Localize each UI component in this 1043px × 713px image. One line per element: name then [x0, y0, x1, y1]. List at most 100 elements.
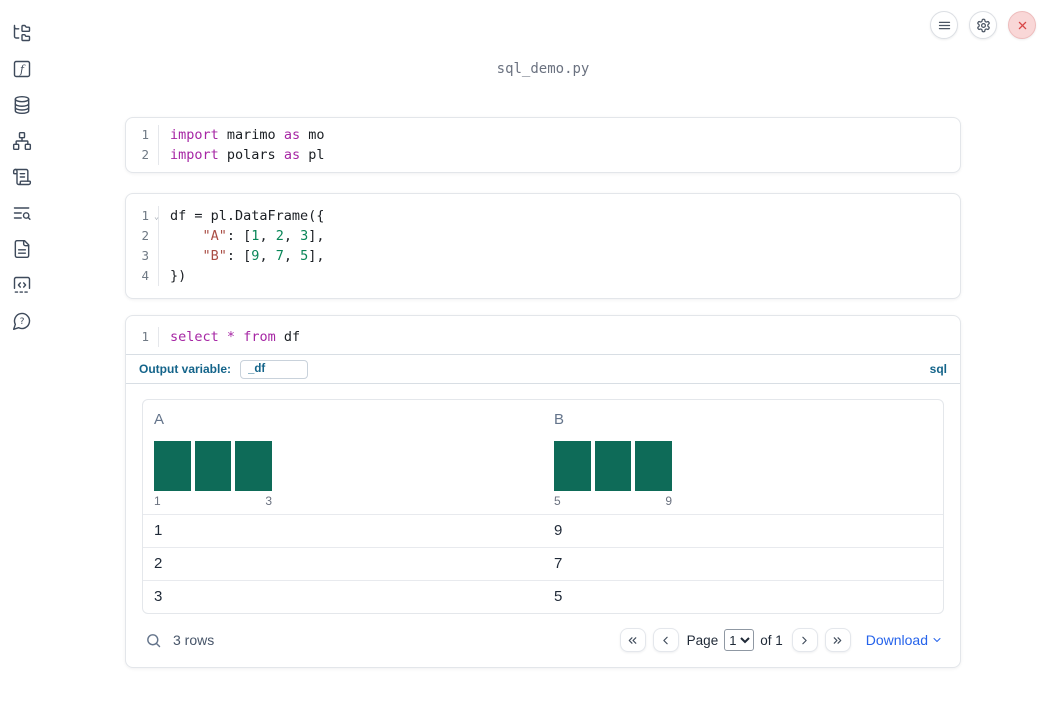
- line-number: 3: [126, 246, 159, 266]
- function-square-icon: f: [13, 60, 31, 78]
- code-line[interactable]: 2 import polars as pl: [126, 145, 960, 165]
- sidebar-item-logs[interactable]: [10, 203, 34, 223]
- chevrons-right-icon: [833, 636, 842, 644]
- column-name: B: [554, 411, 565, 428]
- page-select[interactable]: 1: [724, 629, 755, 651]
- next-page-button[interactable]: [791, 628, 818, 652]
- cell-value: 7: [554, 555, 563, 572]
- code-text: df = pl.DataFrame({: [170, 208, 325, 224]
- database-icon: [14, 95, 30, 115]
- sidebar-item-snippets[interactable]: [10, 275, 34, 295]
- sidebar-item-dependencies[interactable]: [10, 131, 34, 151]
- code-line[interactable]: 1 ⌄ df = pl.DataFrame({: [126, 206, 960, 226]
- histogram-min-label: 1: [154, 494, 161, 508]
- search-button[interactable]: [143, 630, 163, 650]
- histogram-bar: [154, 441, 191, 491]
- code-line[interactable]: 4 }): [126, 266, 960, 286]
- column-header-b[interactable]: B 5 9: [543, 400, 943, 514]
- chevrons-left-icon: [628, 636, 637, 644]
- code-text: import polars as pl: [170, 147, 325, 163]
- cell-imports[interactable]: 1 import marimo as mo 2 import polars as…: [125, 117, 961, 173]
- histogram-bar: [594, 441, 632, 491]
- table-header: A 1 3 B 5 9: [143, 400, 943, 514]
- notebook-filename[interactable]: sql_demo.py: [125, 61, 961, 77]
- folder-tree-icon: [13, 24, 31, 42]
- list-search-icon: [13, 207, 31, 220]
- svg-text:f: f: [19, 63, 26, 76]
- fold-chevron-icon[interactable]: ⌄: [154, 207, 159, 227]
- last-page-button[interactable]: [824, 628, 851, 652]
- histogram-bar: [235, 441, 273, 491]
- cell-dataframe[interactable]: 1 ⌄ df = pl.DataFrame({ 2 "A": [1, 2, 3],…: [125, 193, 961, 299]
- help-bubble-icon: ?: [12, 312, 31, 331]
- sidebar-item-variables[interactable]: f: [10, 59, 34, 79]
- sidebar: f ?: [0, 0, 44, 713]
- close-icon: [1018, 21, 1026, 29]
- topbar-actions: [930, 11, 1036, 39]
- code-text: "A": [1, 2, 3],: [202, 228, 325, 244]
- line-number: 1 ⌄: [126, 206, 159, 226]
- line-number: 1: [126, 125, 159, 145]
- close-button[interactable]: [1008, 11, 1036, 39]
- gear-icon: [976, 18, 990, 32]
- hamburger-menu-icon: [938, 21, 950, 29]
- rows-count: 3 rows: [173, 632, 215, 648]
- cell-sql: 1 select * from df Output variable: sql …: [125, 315, 961, 668]
- output-variable-input[interactable]: [240, 359, 309, 379]
- sidebar-item-help[interactable]: ?: [10, 311, 34, 331]
- network-icon: [12, 131, 32, 151]
- sidebar-item-outline[interactable]: [10, 167, 34, 187]
- download-button[interactable]: Download: [866, 632, 943, 648]
- sql-editor[interactable]: 1 select * from df: [126, 316, 960, 354]
- menu-button[interactable]: [930, 11, 958, 39]
- chevron-left-icon: [663, 636, 668, 644]
- histogram-min-label: 5: [554, 494, 561, 508]
- code-line[interactable]: 1 select * from df: [126, 327, 960, 347]
- code-text: select * from df: [170, 329, 301, 345]
- chevron-down-icon: [933, 638, 941, 642]
- page-of-label: of 1: [760, 632, 783, 648]
- output-variable-label: Output variable:: [139, 362, 232, 376]
- line-number: 2: [126, 226, 159, 246]
- sql-output: A 1 3 B 5 9 1 9 2 7 3 5 3 rows Page 1 of…: [126, 384, 960, 667]
- code-line[interactable]: 2 "A": [1, 2, 3],: [126, 226, 960, 246]
- code-text: import marimo as mo: [170, 127, 325, 143]
- column-header-a[interactable]: A 1 3: [143, 400, 543, 514]
- column-name: A: [154, 411, 165, 428]
- table-row: 1 9: [143, 514, 943, 547]
- line-number: 2: [126, 145, 159, 165]
- histogram-bar: [554, 441, 591, 491]
- cell-value: 5: [554, 588, 563, 605]
- sidebar-item-file-explorer[interactable]: [10, 23, 34, 43]
- line-number: 1: [126, 327, 159, 347]
- table-footer: 3 rows Page 1 of 1 Download: [142, 622, 944, 658]
- column-b-histogram: 5 9: [554, 441, 673, 508]
- file-text-icon: [14, 239, 30, 259]
- cell-value: 9: [554, 522, 563, 539]
- sidebar-item-documentation[interactable]: [10, 239, 34, 259]
- download-label: Download: [865, 632, 928, 648]
- column-a-histogram: 1 3: [154, 441, 273, 508]
- sql-cell-footer: Output variable: sql: [126, 354, 960, 384]
- settings-button[interactable]: [969, 11, 997, 39]
- code-square-icon: [13, 276, 31, 293]
- table-row: 3 5: [143, 580, 943, 613]
- code-line[interactable]: 1 import marimo as mo: [126, 125, 960, 145]
- language-badge: sql: [929, 362, 947, 376]
- sidebar-item-data-sources[interactable]: [10, 95, 34, 115]
- table-row: 2 7: [143, 547, 943, 580]
- histogram-max-label: 9: [665, 494, 672, 508]
- svg-text:?: ?: [20, 316, 25, 327]
- first-page-button[interactable]: [619, 628, 646, 652]
- previous-page-button[interactable]: [652, 628, 679, 652]
- page-label: Page: [686, 632, 719, 648]
- code-text: "B": [9, 7, 5],: [202, 248, 325, 264]
- histogram-max-label: 3: [265, 494, 272, 508]
- code-text: }): [170, 268, 187, 284]
- line-number: 4: [126, 266, 159, 286]
- search-icon: [146, 633, 160, 647]
- code-line[interactable]: 3 "B": [9, 7, 5],: [126, 246, 960, 266]
- marimo-app: f ? sql_demo.py 1 import marimo as mo 2 …: [0, 0, 1043, 713]
- histogram-bar: [194, 441, 232, 491]
- chevron-right-icon: [802, 636, 807, 644]
